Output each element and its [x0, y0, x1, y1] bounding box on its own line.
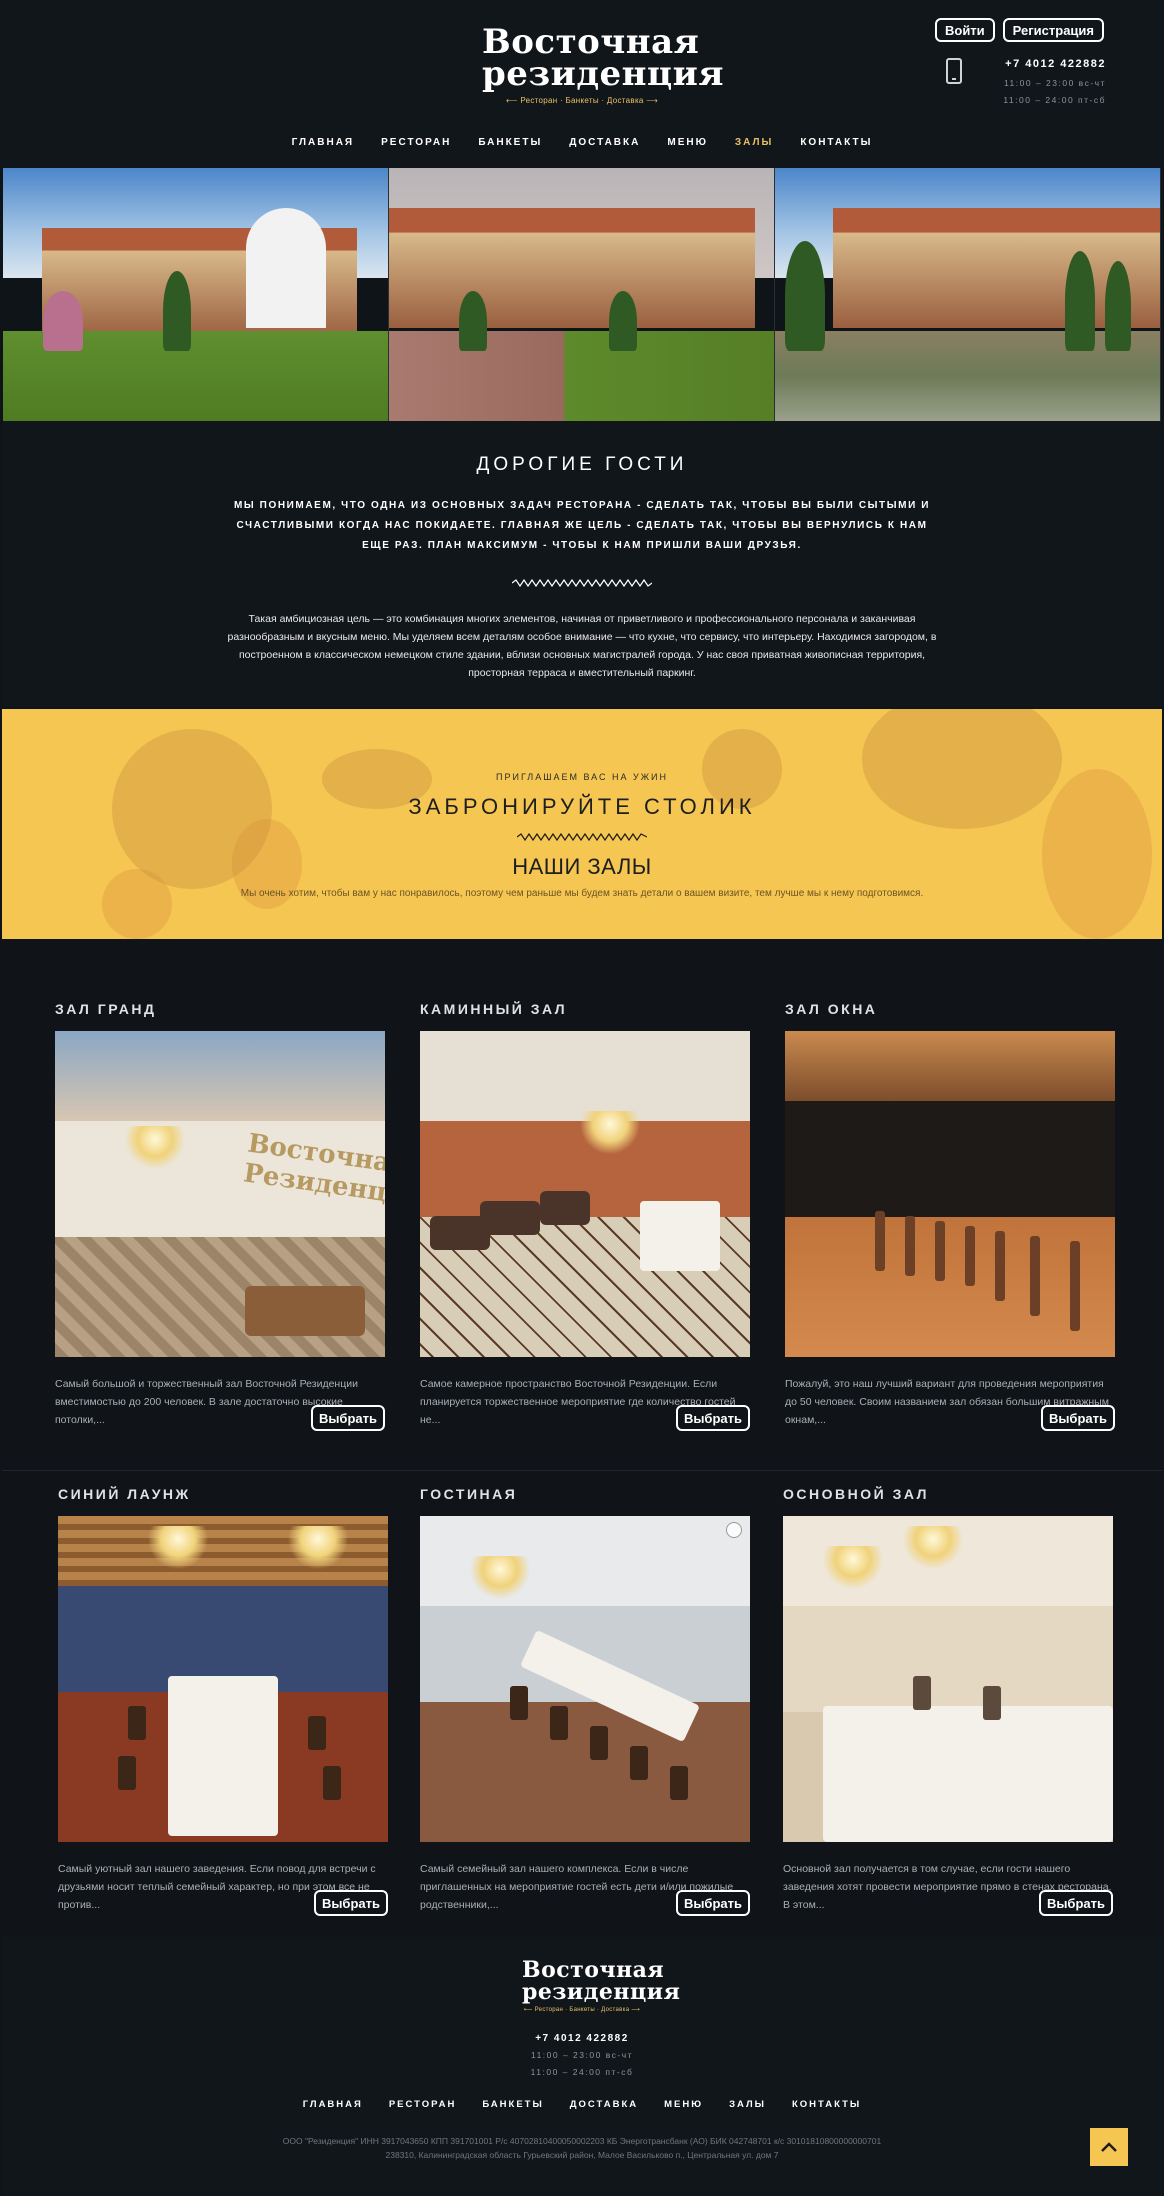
- logo-line-1: Восточная: [522, 1957, 665, 1983]
- hall-card-windows: ЗАЛ ОКНА Пожалуй, это наш лучший вариант…: [785, 1001, 1115, 1431]
- hall-card-blue-lounge: СИНИЙ ЛАУНЖ Самый уютный зал нашего заве…: [58, 1486, 388, 1916]
- hall-card-living-room: ГОСТИНАЯ Самый семейный зал нашего компл…: [420, 1486, 750, 1916]
- footer-nav-restaurant[interactable]: РЕСТОРАН: [389, 2099, 456, 2110]
- footer-nav: ГЛАВНАЯ РЕСТОРАН БАНКЕТЫ ДОСТАВКА МЕНЮ З…: [2, 2099, 1162, 2110]
- header-phone[interactable]: +7 4012 422882: [1005, 58, 1106, 70]
- hall-title[interactable]: ОСНОВНОЙ ЗАЛ: [783, 1486, 1113, 1502]
- hero-photo-building: [389, 168, 775, 421]
- zigzag-divider: [511, 578, 653, 588]
- nav-banquets[interactable]: БАНКЕТЫ: [478, 137, 542, 148]
- footer-logo[interactable]: Восточная резиденция ⟵ Ресторан · Банкет…: [522, 1957, 681, 2013]
- register-button[interactable]: Регистрация: [1002, 18, 1104, 42]
- select-hall-button[interactable]: Выбрать: [313, 1890, 388, 1916]
- halls-grid: ЗАЛ ГРАНД Восточная Резиденция Самый боль…: [2, 940, 1162, 1936]
- logo-tagline: ⟵ Ресторан · Банкеты · Доставка ⟶: [506, 96, 658, 105]
- smartphone-icon: [946, 58, 962, 84]
- hours-weekdays: 11:00 – 23:00 вс-чт: [1003, 78, 1106, 88]
- select-hall-button[interactable]: Выбрать: [675, 1890, 750, 1916]
- hall-title[interactable]: СИНИЙ ЛАУНЖ: [58, 1486, 388, 1502]
- welcome-body: Такая амбициозная цель — это комбинация …: [227, 613, 937, 679]
- hall-title[interactable]: КАМИННЫЙ ЗАЛ: [420, 1001, 750, 1017]
- zigzag-divider: [516, 832, 648, 842]
- login-button[interactable]: Войти: [934, 18, 995, 42]
- footer-nav-delivery[interactable]: ДОСТАВКА: [570, 2099, 638, 2110]
- reserve-note: Мы очень хотим, чтобы вам у нас понравил…: [240, 888, 924, 899]
- hall-photo[interactable]: [785, 1031, 1115, 1357]
- logo-line-2: резиденция: [522, 1979, 681, 2005]
- nav-restaurant[interactable]: РЕСТОРАН: [381, 137, 451, 148]
- hall-photo[interactable]: [420, 1516, 750, 1842]
- site-footer: Восточная резиденция ⟵ Ресторан · Банкет…: [2, 1937, 1162, 2196]
- footer-nav-menu[interactable]: МЕНЮ: [664, 2099, 703, 2110]
- select-hall-button[interactable]: Выбрать: [1038, 1890, 1113, 1916]
- halls-heading: НАШИ ЗАЛЫ: [512, 854, 652, 879]
- footer-nav-contacts[interactable]: КОНТАКТЫ: [792, 2099, 861, 2110]
- chevron-up-icon: [1101, 2142, 1117, 2152]
- hall-card-grand: ЗАЛ ГРАНД Восточная Резиденция Самый боль…: [55, 1001, 385, 1431]
- nav-contacts[interactable]: КОНТАКТЫ: [800, 137, 872, 148]
- site-header: Восточная резиденция ⟵ Ресторан · Банкет…: [0, 0, 1164, 168]
- footer-nav-banquets[interactable]: БАНКЕТЫ: [482, 2099, 543, 2110]
- hall-photo[interactable]: [783, 1516, 1113, 1842]
- footer-hours-weekdays: 11:00 – 23:00 вс-чт: [530, 2050, 634, 2060]
- footer-phone[interactable]: +7 4012 422882: [2, 2033, 1162, 2044]
- reserve-title[interactable]: ЗАБРОНИРУЙТЕ СТОЛИК: [2, 794, 1162, 820]
- welcome-lead: МЫ ПОНИМАЕМ, ЧТО ОДНА ИЗ ОСНОВНЫХ ЗАДАЧ …: [233, 500, 931, 551]
- hall-title[interactable]: ГОСТИНАЯ: [420, 1486, 750, 1502]
- hall-card-main-hall: ОСНОВНОЙ ЗАЛ Основной зал получается в т…: [783, 1486, 1113, 1916]
- nav-home[interactable]: ГЛАВНАЯ: [292, 137, 355, 148]
- row-divider: [2, 1470, 1162, 1471]
- logo-tagline: ⟵ Ресторан · Банкеты · Доставка ⟶: [523, 2007, 641, 2013]
- reserve-kicker: ПРИГЛАШАЕМ ВАС НА УЖИН: [496, 772, 668, 782]
- reservation-banner: ПРИГЛАШАЕМ ВАС НА УЖИН ЗАБРОНИРУЙТЕ СТОЛ…: [2, 709, 1162, 939]
- hours-weekend: 11:00 – 24:00 пт-сб: [1003, 95, 1106, 105]
- site-logo[interactable]: Восточная резиденция ⟵ Ресторан · Банкет…: [482, 25, 724, 105]
- footer-address: 238310, Калининградская область Гурьевск…: [385, 2150, 779, 2160]
- footer-nav-home[interactable]: ГЛАВНАЯ: [303, 2099, 363, 2110]
- hero-photo-gazebo: [3, 168, 389, 421]
- welcome-section: ДОРОГИЕ ГОСТИ МЫ ПОНИМАЕМ, ЧТО ОДНА ИЗ О…: [3, 421, 1161, 707]
- hall-photo[interactable]: [420, 1031, 750, 1357]
- hall-photo[interactable]: [58, 1516, 388, 1842]
- nav-menu[interactable]: МЕНЮ: [667, 137, 708, 148]
- select-hall-button[interactable]: Выбрать: [675, 1405, 750, 1431]
- footer-legal: ООО "Резиденция" ИНН 3917043650 КПП 3917…: [282, 2136, 882, 2146]
- main-nav: ГЛАВНАЯ РЕСТОРАН БАНКЕТЫ ДОСТАВКА МЕНЮ З…: [0, 137, 1164, 148]
- welcome-title: ДОРОГИЕ ГОСТИ: [476, 454, 688, 475]
- footer-nav-halls[interactable]: ЗАЛЫ: [729, 2099, 766, 2110]
- select-hall-button[interactable]: Выбрать: [310, 1405, 385, 1431]
- hall-title[interactable]: ЗАЛ ГРАНД: [55, 1001, 385, 1017]
- nav-halls[interactable]: ЗАЛЫ: [735, 137, 773, 148]
- hall-card-fireplace: КАМИННЫЙ ЗАЛ Самое камерное пространство…: [420, 1001, 750, 1431]
- expand-icon[interactable]: [726, 1522, 742, 1538]
- logo-line-2: резиденция: [482, 54, 724, 94]
- auth-buttons: Войти Регистрация: [934, 18, 1104, 42]
- hero-gallery: [3, 168, 1161, 421]
- scroll-to-top-button[interactable]: [1090, 2128, 1128, 2166]
- nav-delivery[interactable]: ДОСТАВКА: [569, 137, 640, 148]
- select-hall-button[interactable]: Выбрать: [1040, 1405, 1115, 1431]
- hall-photo[interactable]: Восточная Резиденция: [55, 1031, 385, 1357]
- footer-hours-weekend: 11:00 – 24:00 пт-сб: [530, 2067, 634, 2077]
- hero-photo-pond: [775, 168, 1161, 421]
- hall-title[interactable]: ЗАЛ ОКНА: [785, 1001, 1115, 1017]
